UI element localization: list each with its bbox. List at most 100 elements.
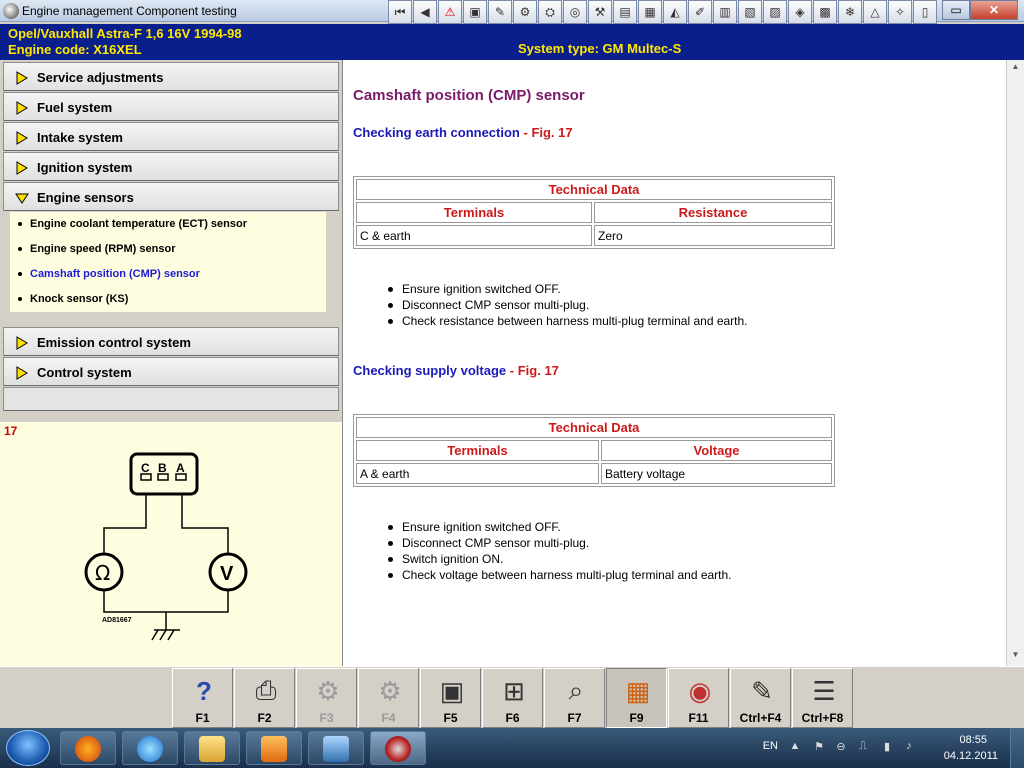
clock-time[interactable]: 08:55 <box>959 734 987 746</box>
taskbar-media[interactable] <box>246 731 302 765</box>
f5-button[interactable]: ▣ F5 <box>420 668 481 728</box>
section-heading-earth: Checking earth connection - Fig. 17 <box>353 125 573 140</box>
submenu-item-knock-sensor[interactable]: Knock sensor (KS) <box>18 293 128 305</box>
taskbar-firefox[interactable] <box>60 731 116 765</box>
f7-button[interactable]: ⌕ F7 <box>544 668 605 728</box>
media-player-icon <box>261 736 287 762</box>
warning-icon[interactable]: ⚠ <box>438 0 462 24</box>
warning-light-icon[interactable]: ◈ <box>788 0 812 24</box>
pin-label-a: A <box>176 461 185 475</box>
list-item: Disconnect CMP sensor multi-plug. <box>388 535 732 551</box>
chip-icon[interactable]: ▦ <box>638 0 662 24</box>
action-center-icon[interactable]: ⚑ <box>812 740 826 754</box>
minimize-button[interactable]: ▭ <box>942 0 970 20</box>
system-type-label: System type: GM Multec-S <box>518 41 682 56</box>
menu-item-label: Fuel system <box>37 100 113 115</box>
engine-icon[interactable]: ⛭ <box>538 0 562 24</box>
content-pane: Camshaft position (CMP) sensor Checking … <box>342 60 1006 666</box>
language-indicator[interactable]: EN <box>763 740 778 752</box>
menu-item-label: Emission control system <box>37 335 191 350</box>
vertical-scrollbar[interactable]: ▲ ▼ <box>1006 60 1024 666</box>
scroll-down-icon[interactable]: ▼ <box>1009 650 1022 664</box>
table-header: Terminals <box>356 202 592 223</box>
fig-link[interactable]: - Fig. 17 <box>524 125 573 140</box>
window-title: Engine management Component testing <box>22 4 237 18</box>
app-icon <box>3 3 19 19</box>
airbag-icon[interactable]: △ <box>863 0 887 24</box>
folder-icon <box>199 736 225 762</box>
tray-expand-icon[interactable]: ▲ <box>788 740 802 754</box>
component-icon: ▣ <box>439 675 465 706</box>
network-icon[interactable]: ▮ <box>880 740 894 754</box>
oil-icon[interactable]: ◭ <box>663 0 687 24</box>
show-desktop-button[interactable] <box>1010 728 1024 768</box>
back-icon[interactable]: ◀ <box>413 0 437 24</box>
tray-app-icon[interactable]: ⊖ <box>834 740 848 754</box>
table-cell: Zero <box>594 225 832 246</box>
top-toolbar: ⏮ ◀ ⚠ ▣ ✎ ⚙ ⛭ ◎ ⚒ ▤ ▦ ◭ ✐ ▥ ▧ ▨ ◈ ▩ ❄ △ … <box>388 0 937 24</box>
engine-sensors-submenu: Engine coolant temperature (ECT) sensor … <box>10 212 326 312</box>
menu-item-fuel-system[interactable]: Fuel system <box>3 92 339 121</box>
book-icon[interactable]: ▣ <box>463 0 487 24</box>
f11-button[interactable]: ◉ F11 <box>668 668 729 728</box>
ctrl-f8-button[interactable]: ☰ Ctrl+F8 <box>792 668 853 728</box>
menu-item-intake-system[interactable]: Intake system <box>3 122 339 151</box>
table-caption: Technical Data <box>356 417 832 438</box>
clock-date[interactable]: 04.12.2011 <box>944 750 998 762</box>
arrow-right-icon <box>16 71 28 85</box>
tool-icon[interactable]: ✎ <box>488 0 512 24</box>
ctrl-f4-button[interactable]: ✎ Ctrl+F4 <box>730 668 791 728</box>
close-button[interactable]: ✕ <box>970 0 1018 20</box>
wheel-icon[interactable]: ◎ <box>563 0 587 24</box>
wrench-icon[interactable]: ⚒ <box>588 0 612 24</box>
taskbar-explorer[interactable] <box>184 731 240 765</box>
menu-item-label: Ignition system <box>37 160 133 175</box>
window-app-icon <box>323 736 349 762</box>
scroll-up-icon[interactable]: ▲ <box>1009 62 1022 76</box>
f6-button[interactable]: ⊞ F6 <box>482 668 543 728</box>
start-button[interactable] <box>6 730 50 766</box>
vehicle-header: Opel/Vauxhall Astra-F 1,6 16V 1994-98 En… <box>0 24 1024 60</box>
service-icon[interactable]: ✧ <box>888 0 912 24</box>
f9-button[interactable]: ▦ F9 <box>606 668 667 728</box>
list-item: Ensure ignition switched OFF. <box>388 519 732 535</box>
menu-empty-slot <box>3 387 339 411</box>
engine-code-label: Engine code: X16XEL <box>8 42 142 57</box>
help-icon: ? <box>196 675 212 706</box>
fig-link[interactable]: - Fig. 17 <box>510 363 559 378</box>
battery-icon[interactable]: ▤ <box>613 0 637 24</box>
grid-icon: ▦ <box>625 675 651 706</box>
menu-item-ignition-system[interactable]: Ignition system <box>3 152 339 181</box>
first-page-icon[interactable]: ⏮ <box>388 0 412 24</box>
sensor-icon[interactable]: ▨ <box>763 0 787 24</box>
disabled-tool-icon: ⚙ <box>378 675 402 706</box>
taskbar-ie[interactable] <box>122 731 178 765</box>
section-heading-voltage: Checking supply voltage - Fig. 17 <box>353 363 559 378</box>
fuse-icon[interactable]: ▥ <box>713 0 737 24</box>
menu-item-service-adjustments[interactable]: Service adjustments <box>3 62 339 91</box>
gear-icon[interactable]: ⚙ <box>513 0 537 24</box>
taskbar-app[interactable] <box>308 731 364 765</box>
document-icon[interactable]: ▯ <box>913 0 937 24</box>
f1-button[interactable]: ? F1 <box>172 668 233 728</box>
title-bar: Engine management Component testing ⏮ ◀ … <box>0 0 1024 24</box>
menu-item-emission-control[interactable]: Emission control system <box>3 327 339 356</box>
diagram-icon[interactable]: ▧ <box>738 0 762 24</box>
submenu-item-cmp-sensor[interactable]: Camshaft position (CMP) sensor <box>18 268 200 280</box>
volume-icon[interactable]: ♪ <box>902 740 916 754</box>
relay-icon[interactable]: ▩ <box>813 0 837 24</box>
f3-button[interactable]: ⚙ F3 <box>296 668 357 728</box>
submenu-item-ect-sensor[interactable]: Engine coolant temperature (ECT) sensor <box>18 218 247 230</box>
submenu-item-rpm-sensor[interactable]: Engine speed (RPM) sensor <box>18 243 175 255</box>
menu-item-control-system[interactable]: Control system <box>3 357 339 386</box>
f2-button[interactable]: ⎙ F2 <box>234 668 295 728</box>
usb-icon[interactable]: ⎍ <box>856 740 870 754</box>
taskbar-autodata[interactable] <box>370 731 426 765</box>
f4-button[interactable]: ⚙ F4 <box>358 668 419 728</box>
pen-icon[interactable]: ✐ <box>688 0 712 24</box>
notes-icon: ✎ <box>751 675 773 706</box>
menu-item-engine-sensors[interactable]: Engine sensors <box>3 182 339 211</box>
list-item: Disconnect CMP sensor multi-plug. <box>388 297 748 313</box>
table-header: Resistance <box>594 202 832 223</box>
ac-icon[interactable]: ❄ <box>838 0 862 24</box>
